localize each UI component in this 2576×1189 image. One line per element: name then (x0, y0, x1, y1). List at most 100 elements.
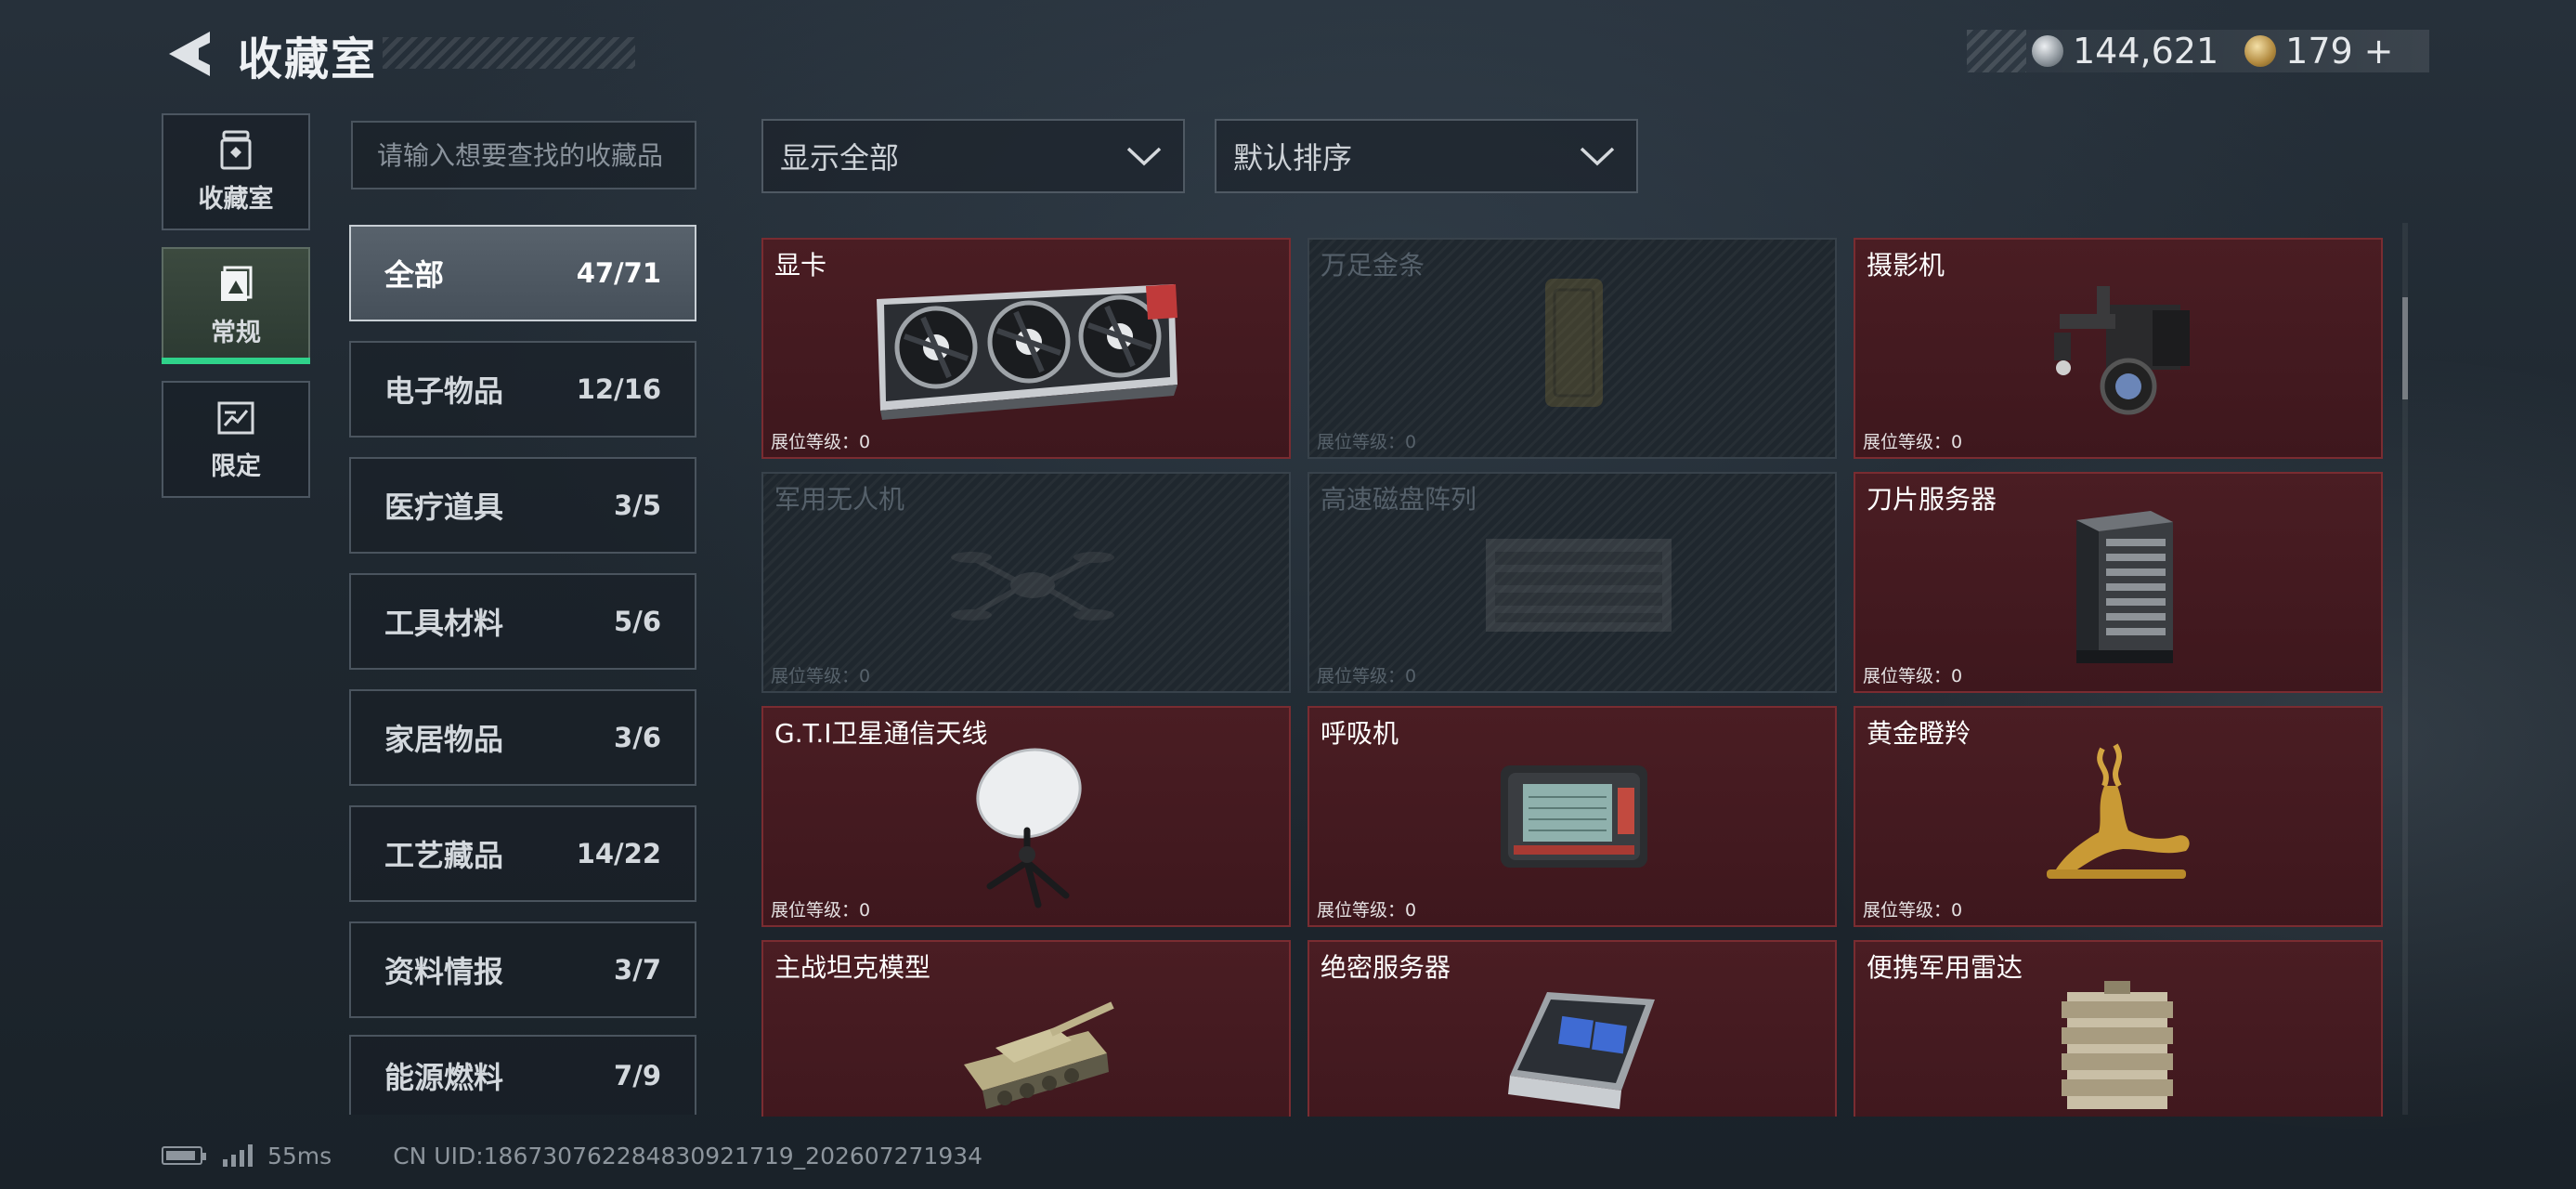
item-level: 展位等级：0 (1317, 666, 1417, 686)
graphics-card-icon (877, 284, 1177, 420)
item-level: 展位等级：0 (1863, 666, 1963, 686)
gold-currency-value: 179 (2285, 31, 2353, 72)
category-name: 电子物品 (384, 373, 504, 409)
display-filter-dropdown[interactable]: 显示全部 (761, 119, 1185, 193)
category-name: 医疗道具 (384, 490, 504, 525)
collection-card-tank-model[interactable]: 主战坦克模型 (761, 940, 1291, 1117)
scroll-thumb[interactable] (2402, 297, 2408, 399)
item-name: 主战坦克模型 (774, 952, 931, 983)
ventilator-icon (1501, 765, 1647, 868)
nav-label: 收藏室 (198, 184, 274, 214)
dropdown-label: 显示全部 (780, 140, 900, 176)
item-name: 显卡 (774, 250, 827, 281)
currency-decoration (1967, 30, 2026, 72)
item-level: 展位等级：0 (1863, 900, 1963, 921)
search-input[interactable] (353, 123, 695, 188)
category-name: 工艺藏品 (384, 838, 504, 873)
grid-scrollbar[interactable] (2402, 223, 2408, 1115)
category-count: 47/71 (576, 257, 661, 289)
title-decoration (383, 37, 635, 69)
item-level: 展位等级：0 (1317, 900, 1417, 921)
dropdown-label: 默认排序 (1233, 140, 1353, 176)
silver-currency-value: 144,621 (2073, 31, 2219, 72)
item-name: 刀片服务器 (1867, 484, 1997, 515)
camera-icon (2054, 286, 2190, 415)
collection-card-camera[interactable]: 摄影机 展位等级：0 (1854, 238, 2383, 459)
collection-card-golden-gazelle[interactable]: 黄金瞪羚 展位等级：0 (1854, 706, 2383, 927)
collection-card-blade-server[interactable]: 刀片服务器 展位等级：0 (1854, 472, 2383, 693)
category-name: 全部 (384, 257, 445, 293)
category-count: 7/9 (614, 1060, 661, 1091)
nav-regular[interactable]: 常规 (162, 247, 310, 364)
item-name: 摄影机 (1867, 250, 1945, 281)
limited-icon (217, 401, 254, 434)
collection-grid: 显卡 展位等级：0 万足金条 展位等级：0 摄影机 展位等级：0 军用无人机 展… (761, 234, 2387, 1117)
military-radar-icon (2062, 981, 2173, 1109)
ping-value: 55ms (267, 1142, 332, 1169)
currency-bar: 144,621 179 + (1967, 30, 2429, 72)
collection-card-military-radar[interactable]: 便携军用雷达 (1854, 940, 2383, 1117)
item-name: G.T.I卫星通信天线 (774, 718, 988, 749)
category-count: 5/6 (614, 606, 661, 637)
category-electronics[interactable]: 电子物品 12/16 (349, 341, 696, 438)
category-count: 3/5 (614, 490, 661, 521)
page-title: 收藏室 (238, 33, 378, 85)
back-arrow-icon (169, 32, 210, 76)
search-box (351, 121, 696, 189)
collection-card-satellite-antenna[interactable]: G.T.I卫星通信天线 展位等级：0 (761, 706, 1291, 927)
secret-server-icon (1508, 992, 1655, 1109)
blade-server-icon (2076, 511, 2173, 663)
collection-card-secret-server[interactable]: 绝密服务器 (1308, 940, 1837, 1117)
gold-coin-icon (2244, 35, 2277, 67)
collection-card-ventilator[interactable]: 呼吸机 展位等级：0 (1308, 706, 1837, 927)
item-level: 展位等级：0 (1863, 432, 1963, 452)
category-count: 3/6 (614, 722, 661, 753)
chevron-down-icon (1126, 147, 1162, 166)
item-name: 绝密服务器 (1321, 952, 1451, 983)
drone-icon (951, 552, 1114, 621)
collection-card-disk-array[interactable]: 高速磁盘阵列 展位等级：0 (1308, 472, 1837, 693)
satellite-antenna-icon (976, 748, 1082, 908)
status-bar: 55ms CN UID:18673076228483092171​9_20260… (162, 1137, 982, 1174)
item-level: 展位等级：0 (771, 666, 871, 686)
category-household[interactable]: 家居物品 3/6 (349, 689, 696, 786)
disk-array-icon (1486, 539, 1672, 632)
category-name: 能源燃料 (384, 1060, 504, 1095)
collection-card-drone[interactable]: 军用无人机 展位等级：0 (761, 472, 1291, 693)
item-name: 高速磁盘阵列 (1321, 484, 1477, 515)
battery-icon (162, 1146, 206, 1165)
gold-bar-icon (1545, 279, 1603, 407)
collection-card-graphics-card[interactable]: 显卡 展位等级：0 (761, 238, 1291, 459)
nav-collection-room[interactable]: 收藏室 (162, 113, 310, 230)
category-count: 14/22 (576, 838, 661, 869)
category-all[interactable]: 全部 47/71 (349, 225, 696, 321)
category-name: 家居物品 (384, 722, 504, 757)
item-level: 展位等级：0 (1317, 432, 1417, 452)
category-count: 3/7 (614, 954, 661, 986)
collection-card-gold-bar[interactable]: 万足金条 展位等级：0 (1308, 238, 1837, 459)
regular-icon (221, 266, 253, 301)
signal-icon (223, 1144, 253, 1167)
item-name: 便携军用雷达 (1867, 952, 2023, 983)
category-name: 工具材料 (384, 606, 504, 641)
category-crafts[interactable]: 工艺藏品 14/22 (349, 805, 696, 902)
item-name: 黄金瞪羚 (1867, 718, 1971, 749)
back-button[interactable] (163, 28, 212, 80)
nav-label: 常规 (211, 318, 261, 347)
nav-limited[interactable]: 限定 (162, 381, 310, 498)
silver-coin-icon (2032, 35, 2063, 67)
sort-dropdown[interactable]: 默认排序 (1215, 119, 1638, 193)
category-medical[interactable]: 医疗道具 3/5 (349, 457, 696, 554)
item-level: 展位等级：0 (771, 432, 871, 452)
collection-room-icon (220, 130, 252, 169)
chevron-down-icon (1580, 147, 1615, 166)
category-name: 资料情报 (384, 954, 504, 989)
category-energy[interactable]: 能源燃料 7/9 (349, 1035, 696, 1115)
user-uid: CN UID:18673076228483092171​9_2026072719… (393, 1142, 983, 1169)
category-tools[interactable]: 工具材料 5/6 (349, 573, 696, 670)
golden-gazelle-icon (2047, 743, 2190, 879)
category-count: 12/16 (576, 373, 661, 405)
item-name: 军用无人机 (774, 484, 905, 515)
add-currency-button[interactable]: + (2364, 31, 2394, 72)
category-intel[interactable]: 资料情报 3/7 (349, 921, 696, 1018)
